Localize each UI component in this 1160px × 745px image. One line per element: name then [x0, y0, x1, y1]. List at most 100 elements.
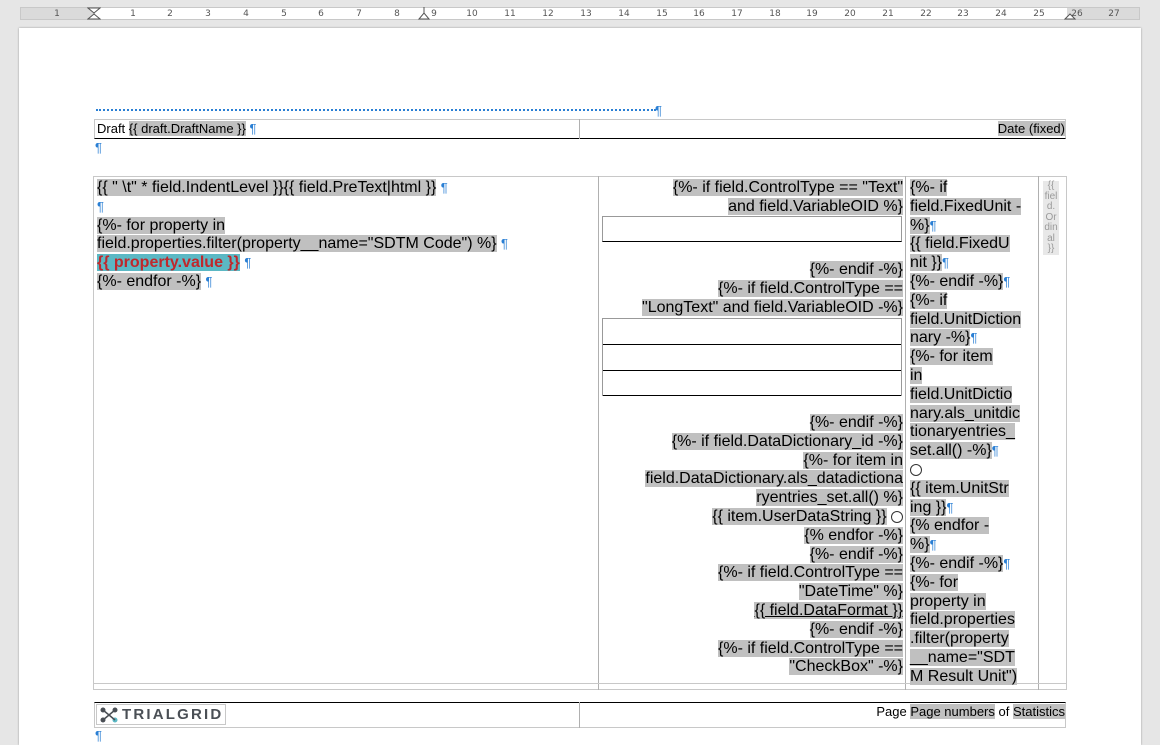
date-fixed-field[interactable]: Date (fixed)	[997, 121, 1065, 136]
ruler-number: 27	[1108, 9, 1120, 19]
datadictionary-entries-line: ryentries_set.all() %}	[756, 489, 903, 507]
fixedunit-field: nit }}	[910, 254, 943, 272]
properties-filter-line: .filter(property	[910, 630, 1009, 648]
draft-name-field[interactable]: {{ draft.DraftName }}	[128, 121, 246, 136]
fixedunit-field: {{ field.FixedU	[910, 235, 1010, 253]
pilcrow-mark: ¶	[205, 273, 213, 289]
unit-string-field: ing }}	[910, 498, 947, 516]
column-4-cell[interactable]: {{ fiel d. Or din al }}	[1043, 180, 1059, 255]
endif-line: {%- endif -%}	[809, 545, 903, 563]
pilcrow-mark: ¶	[249, 121, 257, 136]
unitdictionary-entries-line: tionaryentries_	[910, 423, 1015, 441]
ruler-number: 25	[1033, 9, 1045, 19]
properties-filter-line: field.properties	[910, 611, 1015, 629]
statistics-field[interactable]: Statistics	[1012, 704, 1065, 719]
column-divider	[905, 176, 906, 690]
ruler-track[interactable]: 1 1 2 3 4 5 6 7 8 9 10 11 12 13 14 15 16…	[20, 7, 1140, 20]
ruler-number: 8	[394, 9, 400, 19]
ordinal-field: {{ fiel d. Or din al }}	[1043, 180, 1059, 255]
ruler-number: 5	[281, 9, 287, 19]
pilcrow-mark: ¶	[95, 728, 102, 743]
pilcrow-mark: ¶	[440, 180, 448, 195]
column-2-cell[interactable]: {%- if field.ControlType == "Text" and f…	[672, 179, 903, 217]
user-data-string-field: {{ item.UserDataString }}	[712, 507, 887, 525]
hanging-indent-marker-icon[interactable]	[87, 7, 101, 21]
endif-line: {%- endif -%}	[809, 261, 903, 278]
ruler-number: 22	[920, 9, 932, 19]
if-longtext-line: {%- if field.ControlType ==	[718, 279, 903, 297]
if-unitdictionary-line: field.UnitDiction	[910, 310, 1022, 328]
longtext-line	[603, 395, 901, 396]
footer-right-cell[interactable]: Page Page numbers of Statistics	[876, 704, 1065, 719]
column-3-cell[interactable]: {%- if field.FixedUnit - %}¶ {{ field.Fi…	[910, 179, 1022, 687]
pilcrow-mark: ¶	[970, 330, 978, 346]
pilcrow-mark: ¶	[1003, 555, 1011, 571]
header-left-cell[interactable]: Draft {{ draft.DraftName }} ¶	[97, 121, 256, 136]
if-checkbox-line: {%- if field.ControlType ==	[718, 639, 903, 657]
ruler-number: 1	[130, 9, 136, 19]
ruler-number: 18	[769, 9, 781, 19]
if-fixedunit-line: %}	[910, 216, 930, 234]
indent-level-field: {{ " \t" * field.IndentLevel }}	[97, 179, 284, 196]
ruler-number: 4	[243, 9, 249, 19]
datadictionary-entries-line: field.DataDictionary.als_datadictiona	[645, 470, 903, 488]
unitdictionary-entries-line: set.all() -%}	[910, 442, 992, 460]
pilcrow-mark: ¶	[1003, 273, 1011, 289]
column-2-cell-c[interactable]: {%- endif -%} {%- if field.DataDictionar…	[645, 414, 903, 677]
page-numbers-field[interactable]: Page numbers	[910, 704, 995, 719]
ruler-number: 21	[882, 9, 894, 19]
ruler-number: 12	[542, 9, 554, 19]
endif-line: {%- endif -%}	[910, 554, 1004, 572]
tab-stop-marker-icon[interactable]	[418, 7, 430, 21]
ruler-number: 19	[806, 9, 818, 19]
longtext-input-box[interactable]	[602, 318, 902, 396]
right-indent-marker-icon[interactable]	[1064, 7, 1076, 21]
endfor-line: %}	[910, 536, 930, 554]
ruler-number: 10	[466, 9, 478, 19]
radio-button-icon[interactable]	[891, 510, 903, 523]
pilcrow-mark: ¶	[991, 443, 999, 459]
ruler-number: 24	[995, 9, 1007, 19]
if-unitdictionary-line: nary -%}	[910, 329, 971, 347]
ruler-number: 3	[205, 9, 211, 19]
ruler-number: 15	[656, 9, 668, 19]
endfor-line: {% endfor -%}	[804, 526, 903, 544]
footer-divider	[579, 702, 580, 728]
ruler-number: 11	[504, 9, 516, 19]
if-checkbox-line: "CheckBox" -%}	[789, 658, 903, 676]
if-datetime-line: "DateTime" %}	[798, 583, 903, 601]
for-item-line: {%- for item in	[803, 451, 903, 469]
ruler-number: 14	[618, 9, 630, 19]
column-2-cell-b[interactable]: {%- endif -%} {%- if field.ControlType =…	[642, 261, 903, 317]
if-fixedunit-line: {%- if	[910, 179, 948, 196]
longtext-line	[603, 344, 901, 345]
pilcrow-mark: ¶	[946, 499, 954, 515]
page-label: Page	[876, 704, 907, 719]
header-right-cell[interactable]: Date (fixed)	[997, 121, 1065, 136]
for-property-line: property in	[910, 592, 986, 610]
if-longtext-line: "LongText" and field.VariableOID -%}	[642, 298, 903, 316]
if-datadictionary-line: {%- if field.DataDictionary_id -%}	[671, 432, 903, 450]
if-fixedunit-line: field.FixedUnit -	[910, 197, 1022, 215]
trialgrid-logo: TRIALGRID	[96, 704, 227, 725]
longtext-line	[603, 370, 901, 371]
document-page[interactable]: ¶ Draft {{ draft.DraftName }} ¶ Date (fi…	[19, 28, 1141, 745]
properties-filter-line: field.properties.filter(property__name="…	[97, 235, 497, 253]
pilcrow-mark: ¶	[929, 217, 937, 233]
pilcrow-mark: ¶	[942, 255, 950, 271]
indent-pretext-line: {{ " \t" * field.IndentLevel }}{{ field.…	[97, 179, 508, 198]
unitdictionary-entries-line: field.UnitDictio	[910, 385, 1013, 403]
header-divider	[579, 119, 580, 139]
column-1-cell[interactable]: {{ " \t" * field.IndentLevel }}{{ field.…	[97, 179, 508, 292]
radio-button-icon[interactable]	[910, 463, 922, 476]
if-text-line: and field.VariableOID %}	[728, 197, 903, 215]
ruler-number: 17	[731, 9, 743, 19]
column-divider	[1038, 176, 1039, 690]
endfor-line: {%- endfor -%}	[97, 272, 202, 290]
ruler-number: 6	[318, 9, 324, 19]
text-input-box[interactable]	[602, 216, 902, 242]
pilcrow-mark: ¶	[655, 103, 662, 118]
horizontal-ruler[interactable]: 1 1 2 3 4 5 6 7 8 9 10 11 12 13 14 15 16…	[0, 0, 1160, 26]
ordinal-field-line: din	[1044, 222, 1058, 233]
header-dotted-leader	[96, 109, 656, 111]
